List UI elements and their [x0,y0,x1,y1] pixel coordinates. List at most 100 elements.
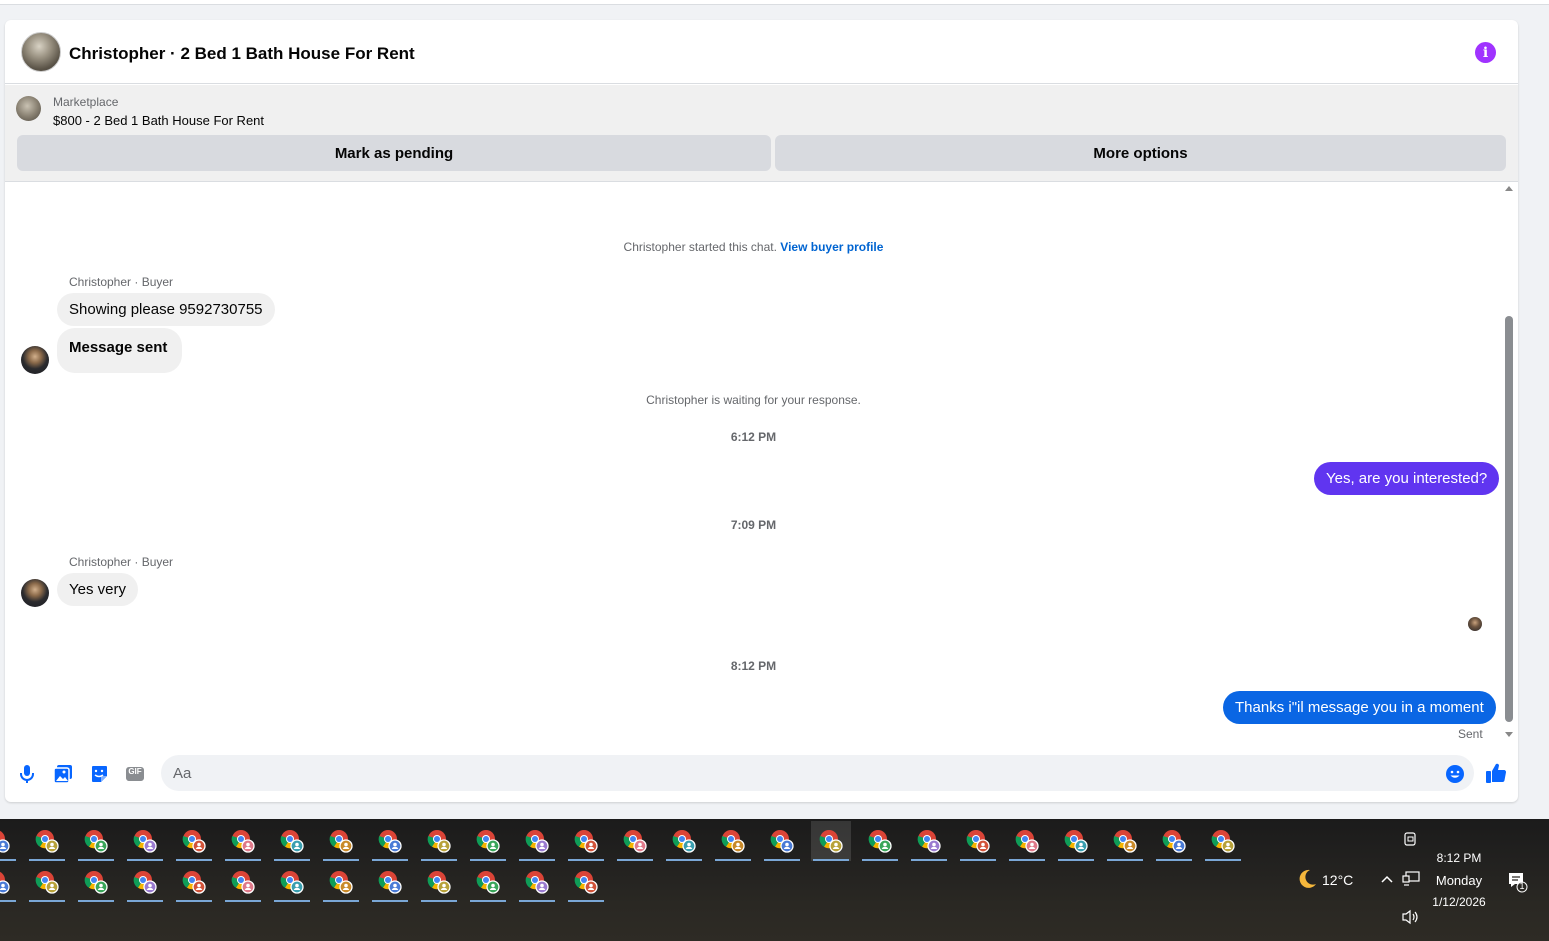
network-icon[interactable] [1402,871,1420,892]
chrome-icon[interactable] [272,862,312,902]
gif-icon[interactable]: GIF [125,764,145,784]
chrome-icon[interactable] [174,821,214,861]
chrome-icon[interactable] [223,862,263,902]
chrome-icon[interactable] [27,862,67,902]
more-options-button[interactable]: More options [775,135,1506,171]
buyer-avatar[interactable] [21,346,49,374]
message-scrollbar[interactable] [1505,186,1515,737]
chrome-icon[interactable] [1203,821,1243,861]
running-indicator [274,859,310,861]
running-indicator [372,859,408,861]
running-indicator [78,859,114,861]
chrome-icon[interactable] [1056,821,1096,861]
buyer-avatar[interactable] [21,579,49,607]
running-indicator [764,859,800,861]
like-icon[interactable] [1485,762,1507,784]
running-indicator [862,859,898,861]
sticker-icon[interactable] [89,764,109,784]
microphone-icon[interactable] [17,764,37,784]
running-indicator [519,859,555,861]
chat-started-notice: Christopher started this chat. View buye… [5,240,1502,254]
weather-temperature[interactable]: 12°C [1322,872,1353,888]
chrome-icon[interactable] [76,821,116,861]
meet-now-icon[interactable] [1403,831,1419,852]
photo-icon[interactable] [53,764,73,784]
chrome-icon[interactable] [713,821,753,861]
chrome-icon[interactable] [615,821,655,861]
chrome-icon[interactable] [125,862,165,902]
clock-time[interactable]: 8:12 PM [1428,851,1490,865]
chrome-icon[interactable] [272,821,312,861]
scroll-up-arrow[interactable] [1505,186,1513,191]
chrome-icon[interactable] [958,821,998,861]
chrome-icon[interactable] [174,862,214,902]
message-bubble[interactable]: Yes very [57,573,138,606]
sent-message-bubble[interactable]: Thanks i"il message you in a moment [1223,691,1496,724]
scroll-down-arrow[interactable] [1505,732,1513,737]
chrome-icon[interactable] [1154,821,1194,861]
listing-title[interactable]: $800 - 2 Bed 1 Bath House For Rent [53,113,264,128]
chrome-icon[interactable] [321,862,361,902]
chrome-icon[interactable] [370,862,410,902]
chrome-icon[interactable] [0,821,18,861]
chevron-up-icon[interactable] [1380,872,1394,890]
chrome-icon[interactable] [125,821,165,861]
chrome-icon[interactable] [762,821,802,861]
chrome-icon[interactable] [566,821,606,861]
chat-window: Christopher · 2 Bed 1 Bath House For Ren… [5,20,1518,802]
message-input-box[interactable] [161,755,1474,791]
chrome-icon[interactable] [1105,821,1145,861]
clock-day[interactable]: Monday [1428,873,1490,888]
chrome-icon[interactable] [909,821,949,861]
chat-started-text: Christopher started this chat. [623,240,777,254]
chrome-icon[interactable] [0,862,18,902]
windows-taskbar: 12°C 8:12 PM Monday 1/12/2026 1 [0,819,1549,941]
message-input[interactable] [173,755,1433,791]
running-indicator [176,900,212,902]
emoji-icon[interactable] [1445,764,1465,784]
chrome-icon[interactable] [811,821,851,861]
chrome-icon[interactable] [664,821,704,861]
running-indicator [323,859,359,861]
chrome-icon[interactable] [468,821,508,861]
chrome-icon[interactable] [517,862,557,902]
chrome-icon[interactable] [468,862,508,902]
running-indicator [176,859,212,861]
listing-avatar[interactable] [21,32,61,72]
message-bubble[interactable]: Message sent [57,328,183,373]
notification-icon[interactable]: 1 [1507,871,1529,898]
chrome-icon[interactable] [370,821,410,861]
message-composer: GIF [5,748,1518,800]
message-bubble[interactable]: Showing please 9592730755 [57,293,275,326]
mark-as-pending-button[interactable]: Mark as pending [17,135,771,171]
listing-thumbnail[interactable] [16,96,41,121]
info-icon[interactable]: i [1475,42,1496,63]
clock-date[interactable]: 1/12/2026 [1428,895,1490,909]
running-indicator [421,900,457,902]
chat-title[interactable]: Christopher · 2 Bed 1 Bath House For Ren… [69,44,415,64]
chrome-icon[interactable] [517,821,557,861]
chrome-icon[interactable] [860,821,900,861]
chrome-icon[interactable] [27,821,67,861]
chrome-icon[interactable] [321,821,361,861]
sender-label: Christopher · Buyer [69,555,174,569]
chrome-icon[interactable] [1007,821,1047,861]
volume-icon[interactable] [1402,909,1420,930]
running-indicator [29,900,65,902]
chrome-icon[interactable] [419,821,459,861]
view-buyer-profile-link[interactable]: View buyer profile [780,240,883,254]
notification-count: 1 [1519,881,1525,891]
marketplace-bar: Marketplace $800 - 2 Bed 1 Bath House Fo… [5,85,1518,182]
chrome-icon[interactable] [566,862,606,902]
timestamp: 6:12 PM [730,430,777,444]
moon-icon[interactable] [1294,867,1318,896]
top-strip [0,0,1549,5]
scroll-thumb[interactable] [1505,316,1513,722]
timestamp: 7:09 PM [730,518,777,532]
sent-message-bubble[interactable]: Yes, are you interested? [1314,462,1500,495]
running-indicator [911,859,947,861]
chrome-icon[interactable] [223,821,263,861]
running-indicator [568,900,604,902]
chrome-icon[interactable] [419,862,459,902]
chrome-icon[interactable] [76,862,116,902]
